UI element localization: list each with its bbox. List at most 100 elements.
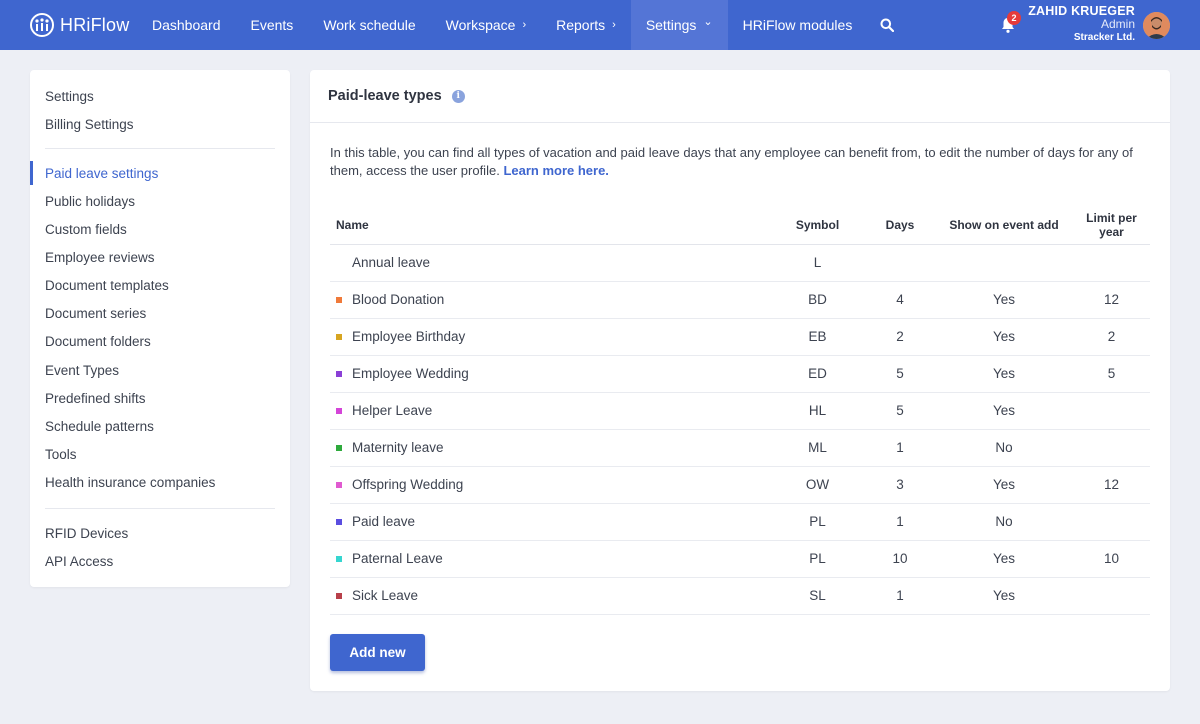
leave-symbol: OW <box>770 466 865 504</box>
leave-name-cell: Blood Donation <box>330 281 770 319</box>
logo[interactable]: HRiFlow <box>30 12 129 38</box>
leave-name: Employee Wedding <box>352 366 469 381</box>
leave-color-marker <box>336 555 342 562</box>
leave-show-on-event-add: Yes <box>935 281 1073 319</box>
sidebar-item-document-folders[interactable]: Document folders <box>30 330 290 354</box>
table-row[interactable]: Blood Donation BD 4 Yes 12 <box>330 281 1150 319</box>
nav-item-dashboard[interactable]: Dashboard <box>137 0 236 50</box>
leave-name: Blood Donation <box>352 292 445 307</box>
intro-description: In this table, you can find all types of… <box>330 145 1133 178</box>
leave-limit-per-year <box>1073 577 1150 615</box>
sidebar-item-rfid-devices[interactable]: RFID Devices <box>30 521 290 545</box>
table-row[interactable]: Paid leave PL 1 No <box>330 503 1150 541</box>
sidebar-item-document-templates[interactable]: Document templates <box>30 274 290 298</box>
leave-color-marker <box>336 407 342 414</box>
leave-symbol: SL <box>770 577 865 615</box>
sidebar-item-paid-leave-settings[interactable]: Paid leave settings <box>30 161 290 185</box>
sidebar-item-api-access[interactable]: API Access <box>30 549 290 573</box>
leave-name: Offspring Wedding <box>352 477 464 492</box>
leave-days <box>865 244 935 282</box>
leave-symbol: ML <box>770 429 865 467</box>
nav-item-label: Work schedule <box>323 17 416 33</box>
leave-symbol: PL <box>770 503 865 541</box>
table-row[interactable]: Maternity leave ML 1 No <box>330 429 1150 467</box>
table-row[interactable]: Sick Leave SL 1 Yes <box>330 577 1150 615</box>
leave-days: 5 <box>865 392 935 430</box>
leave-name-cell: Employee Wedding <box>330 355 770 393</box>
table-row[interactable]: Helper Leave HL 5 Yes <box>330 392 1150 430</box>
panel-header: Paid-leave types i <box>310 70 1170 123</box>
leave-name: Sick Leave <box>352 588 419 603</box>
leave-days: 10 <box>865 540 935 578</box>
leave-name-cell: Helper Leave <box>330 392 770 430</box>
column-header-limit-per-year[interactable]: Limit per year <box>1073 206 1150 245</box>
leave-name: Helper Leave <box>352 403 433 418</box>
sidebar-item-settings[interactable]: Settings <box>30 84 290 108</box>
leave-show-on-event-add: No <box>935 503 1073 541</box>
leave-name: Paid leave <box>352 514 416 529</box>
leave-color-marker <box>336 444 342 451</box>
leave-limit-per-year: 5 <box>1073 355 1150 393</box>
sidebar-item-predefined-shifts[interactable]: Predefined shifts <box>30 386 290 410</box>
nav-item-settings[interactable]: Settings ⌄ <box>630 0 728 50</box>
leave-limit-per-year <box>1073 503 1150 541</box>
table-row[interactable]: Employee Wedding ED 5 Yes 5 <box>330 355 1150 393</box>
sidebar-item-employee-reviews[interactable]: Employee reviews <box>30 245 290 269</box>
learn-more-link[interactable]: Learn more here. <box>503 163 609 178</box>
main-nav: Dashboard Events Work schedule Workspace › Re… <box>137 0 907 50</box>
column-header-show-on-event-add[interactable]: Show on event add <box>935 206 1073 245</box>
leave-symbol: EB <box>770 318 865 356</box>
leave-color-marker <box>336 296 342 303</box>
column-header-name[interactable]: Name <box>330 206 770 245</box>
column-header-symbol[interactable]: Symbol <box>770 206 865 245</box>
sidebar-item-billing-settings[interactable]: Billing Settings <box>30 112 290 136</box>
leave-days: 1 <box>865 429 935 467</box>
leave-limit-per-year: 10 <box>1073 540 1150 578</box>
leave-symbol: L <box>770 244 865 282</box>
nav-item-hriflow-modules[interactable]: HRiFlow modules <box>728 0 868 50</box>
table-header-row: Name Symbol Days Show on event add Limit… <box>330 206 1150 245</box>
nav-item-events[interactable]: Events <box>236 0 309 50</box>
leave-color-marker <box>336 592 342 599</box>
leave-show-on-event-add: No <box>935 429 1073 467</box>
leave-name: Employee Birthday <box>352 329 466 344</box>
leave-limit-per-year <box>1073 244 1150 282</box>
sidebar-item-tools[interactable]: Tools <box>30 443 290 467</box>
table-row[interactable]: Annual leave L <box>330 244 1150 282</box>
sidebar-item-public-holidays[interactable]: Public holidays <box>30 189 290 213</box>
leave-color-marker <box>336 518 342 525</box>
sidebar-divider <box>45 148 275 149</box>
leave-name-cell: Employee Birthday <box>330 318 770 356</box>
sidebar-item-health-insurance-companies[interactable]: Health insurance companies <box>30 471 290 495</box>
sidebar-item-custom-fields[interactable]: Custom fields <box>30 217 290 241</box>
leave-name-cell: Maternity leave <box>330 429 770 467</box>
sidebar-item-document-series[interactable]: Document series <box>30 302 290 326</box>
add-new-button[interactable]: Add new <box>330 634 425 671</box>
nav-item-label: Reports <box>556 17 606 33</box>
leave-color-marker <box>336 333 342 340</box>
table-row[interactable]: Paternal Leave PL 10 Yes 10 <box>330 540 1150 578</box>
leave-show-on-event-add: Yes <box>935 577 1073 615</box>
user-name: ZAHID KRUEGER <box>1028 4 1135 18</box>
notification-count-badge: 2 <box>1007 11 1021 25</box>
user-role: Admin <box>1100 17 1135 32</box>
user-menu[interactable]: ZAHID KRUEGER Admin Stracker Ltd. <box>1028 4 1135 44</box>
nav-item-work-schedule[interactable]: Work schedule <box>308 0 430 50</box>
leave-show-on-event-add <box>935 244 1073 282</box>
nav-item-reports[interactable]: Reports › <box>541 0 631 50</box>
table-row[interactable]: Offspring Wedding OW 3 Yes 12 <box>330 466 1150 504</box>
column-header-days[interactable]: Days <box>865 206 935 245</box>
sidebar-item-schedule-patterns[interactable]: Schedule patterns <box>30 414 290 438</box>
leave-name: Annual leave <box>352 255 431 270</box>
leave-limit-per-year: 12 <box>1073 466 1150 504</box>
table-row[interactable]: Employee Birthday EB 2 Yes 2 <box>330 318 1150 356</box>
user-avatar[interactable] <box>1143 12 1170 39</box>
search-icon[interactable] <box>867 0 907 50</box>
logo-text: HRiFlow <box>60 14 130 35</box>
sidebar-item-event-types[interactable]: Event Types <box>30 358 290 382</box>
chevron-right-icon: › <box>522 18 527 31</box>
leave-limit-per-year: 2 <box>1073 318 1150 356</box>
info-icon[interactable]: i <box>451 89 465 103</box>
leave-name: Maternity leave <box>352 440 444 455</box>
nav-item-workspace[interactable]: Workspace › <box>431 0 541 50</box>
